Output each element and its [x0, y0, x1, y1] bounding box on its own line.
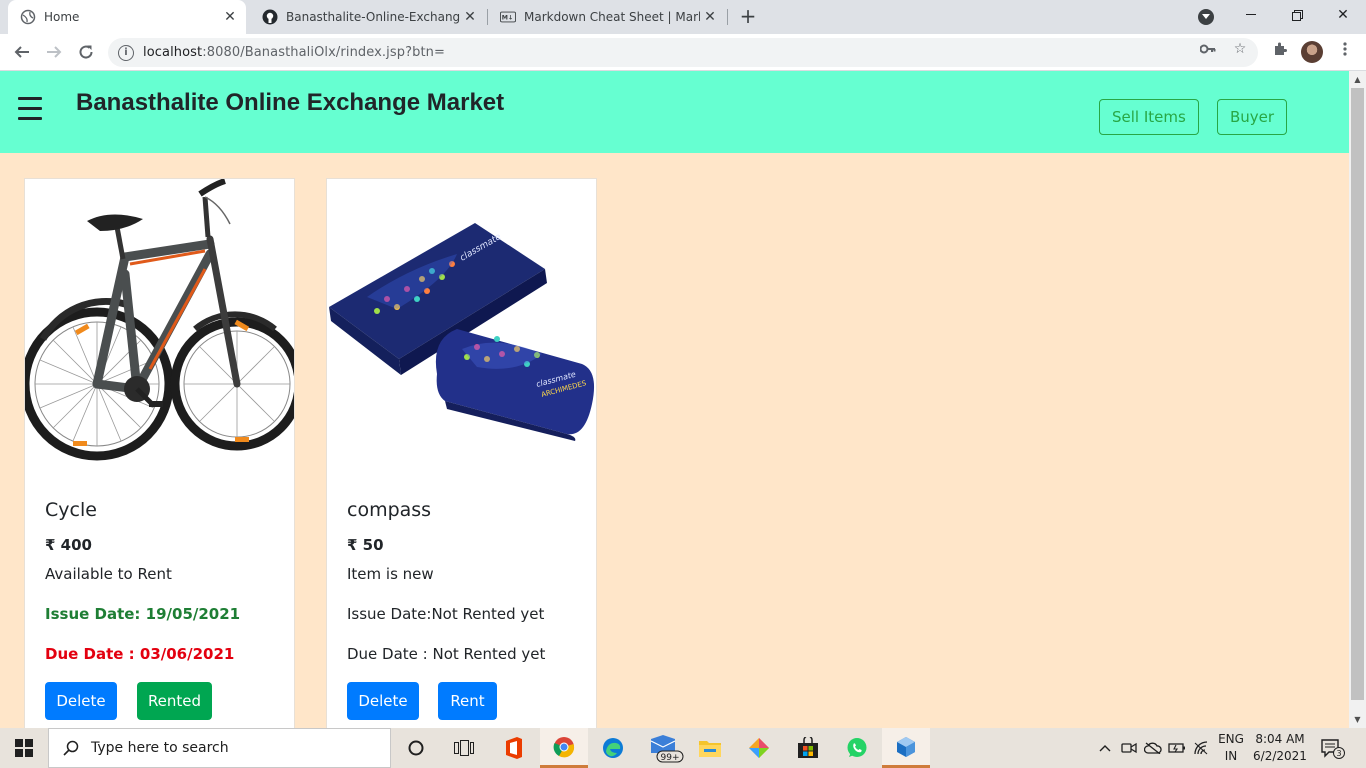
browser-toolbar: i localhost:8080/BanasthaliOlx/rindex.js… — [0, 34, 1366, 71]
onedrive-icon[interactable] — [1143, 728, 1163, 768]
battery-icon[interactable] — [1167, 728, 1187, 768]
close-tab-icon[interactable]: ✕ — [460, 7, 480, 27]
item-name: Cycle — [45, 499, 97, 521]
tab-title: Home — [44, 10, 80, 24]
language-code: ENG — [1218, 732, 1244, 746]
delete-button[interactable]: Delete — [347, 682, 419, 720]
site-brand[interactable]: Banasthalite Online Exchange Market — [76, 89, 504, 117]
bookmark-star-icon[interactable]: ☆ — [1232, 41, 1248, 57]
cortana-icon[interactable] — [392, 728, 440, 768]
profile-avatar[interactable] — [1301, 41, 1323, 63]
tab-home[interactable]: Home ✕ — [8, 0, 246, 34]
url-path: :8080/BanasthaliOlx/rindex.jsp?btn= — [202, 45, 445, 60]
sell-items-button[interactable]: Sell Items — [1099, 99, 1199, 135]
page-scrollbar[interactable]: ▲ ▼ — [1349, 71, 1366, 728]
scroll-up-icon[interactable]: ▲ — [1349, 71, 1366, 88]
item-status: Item is new — [347, 565, 434, 583]
meet-now-icon[interactable] — [1120, 728, 1138, 768]
forward-arrow-icon[interactable] — [41, 39, 67, 65]
item-card-cycle: Cycle ₹ 400 Available to Rent Issue Date… — [20, 178, 304, 728]
delete-button[interactable]: Delete — [45, 682, 117, 720]
tab-search-icon[interactable] — [1198, 9, 1214, 25]
task-view-icon[interactable] — [440, 728, 488, 768]
globe-icon — [20, 9, 36, 25]
buyer-button[interactable]: Buyer — [1217, 99, 1288, 135]
bicycle-image — [20, 178, 304, 479]
mail-badge: 99+ — [661, 753, 680, 763]
notification-center-icon[interactable]: 3 — [1318, 728, 1348, 768]
close-tab-icon[interactable]: ✕ — [220, 7, 240, 27]
virtualbox-icon[interactable] — [882, 728, 930, 768]
store-icon[interactable] — [784, 728, 832, 768]
taskbar-search-input[interactable]: Type here to search — [48, 728, 391, 768]
url-text: localhost:8080/BanasthaliOlx/rindex.jsp?… — [143, 45, 445, 60]
taskbar-clock[interactable]: 8:04 AM 6/2/2021 — [1250, 731, 1310, 765]
rented-button[interactable]: Rented — [137, 682, 212, 720]
paint-3d-icon[interactable] — [735, 728, 783, 768]
github-icon — [262, 9, 278, 25]
notification-count: 3 — [1336, 749, 1341, 758]
edge-icon[interactable] — [589, 728, 637, 768]
site-info-icon[interactable]: i — [118, 44, 134, 61]
restore-icon[interactable] — [1274, 0, 1320, 30]
key-icon[interactable] — [1200, 41, 1216, 57]
browser-tabstrip: Home ✕ Banasthalite-Online-Exchange-M ✕ … — [0, 0, 1366, 34]
compass-box-image: classmate classmate ARCHIMEDES — [327, 179, 596, 479]
tab-github[interactable]: Banasthalite-Online-Exchange-M ✕ — [250, 0, 486, 34]
tab-markdown[interactable]: M↓ Markdown Cheat Sheet | Markdo ✕ — [488, 0, 726, 34]
tab-divider — [727, 9, 728, 25]
reload-icon[interactable] — [73, 39, 99, 65]
issue-date: Issue Date: 19/05/2021 — [45, 605, 241, 623]
item-name: compass — [347, 499, 432, 521]
file-explorer-icon[interactable] — [686, 728, 734, 768]
windows-taskbar: Type here to search 99+ ENG IN 8:04 AM 6… — [0, 728, 1366, 768]
region-code: IN — [1224, 749, 1238, 763]
show-hidden-icons[interactable] — [1096, 728, 1114, 768]
close-window-icon[interactable]: ✕ — [1320, 0, 1366, 30]
search-placeholder: Type here to search — [91, 740, 229, 756]
new-tab-icon[interactable]: + — [736, 6, 760, 28]
tab-title: Markdown Cheat Sheet | Markdo — [524, 10, 700, 24]
close-tab-icon[interactable]: ✕ — [700, 7, 720, 27]
mail-icon[interactable]: 99+ — [638, 728, 686, 768]
web-page: Banasthalite Online Exchange Market Sell… — [0, 71, 1349, 728]
whatsapp-icon[interactable] — [833, 728, 881, 768]
url-host: localhost — [143, 45, 203, 60]
item-price: ₹ 50 — [347, 536, 384, 554]
address-bar[interactable]: i localhost:8080/BanasthaliOlx/rindex.js… — [108, 38, 1258, 67]
extensions-icon[interactable] — [1272, 41, 1288, 57]
scrollbar-thumb[interactable] — [1351, 88, 1364, 700]
office-icon[interactable] — [490, 728, 538, 768]
issue-date: Issue Date:Not Rented yet — [347, 605, 545, 623]
item-status: Available to Rent — [45, 565, 172, 583]
item-card-compass: classmate classmate ARCHIMEDES compass ₹… — [326, 178, 597, 728]
windows-start-icon[interactable] — [0, 728, 48, 768]
markdown-icon: M↓ — [500, 9, 516, 25]
clock-date: 6/2/2021 — [1253, 749, 1307, 763]
language-indicator[interactable]: ENG IN — [1214, 731, 1248, 765]
site-navbar: Banasthalite Online Exchange Market Sell… — [0, 71, 1349, 153]
due-date: Due Date : 03/06/2021 — [45, 645, 235, 663]
minimize-icon[interactable] — [1228, 0, 1274, 30]
tab-title: Banasthalite-Online-Exchange-M — [286, 10, 460, 24]
back-arrow-icon[interactable] — [9, 39, 35, 65]
due-date: Due Date : Not Rented yet — [347, 645, 546, 663]
item-price: ₹ 400 — [45, 536, 92, 554]
wifi-icon[interactable] — [1191, 728, 1211, 768]
scroll-down-icon[interactable]: ▼ — [1349, 711, 1366, 728]
more-menu-icon[interactable] — [1337, 41, 1353, 57]
search-icon — [63, 740, 79, 756]
clock-time: 8:04 AM — [1255, 732, 1305, 746]
hamburger-menu-icon[interactable] — [18, 97, 42, 120]
chrome-icon[interactable] — [540, 728, 588, 768]
rent-button[interactable]: Rent — [438, 682, 497, 720]
svg-text:M↓: M↓ — [502, 15, 513, 22]
